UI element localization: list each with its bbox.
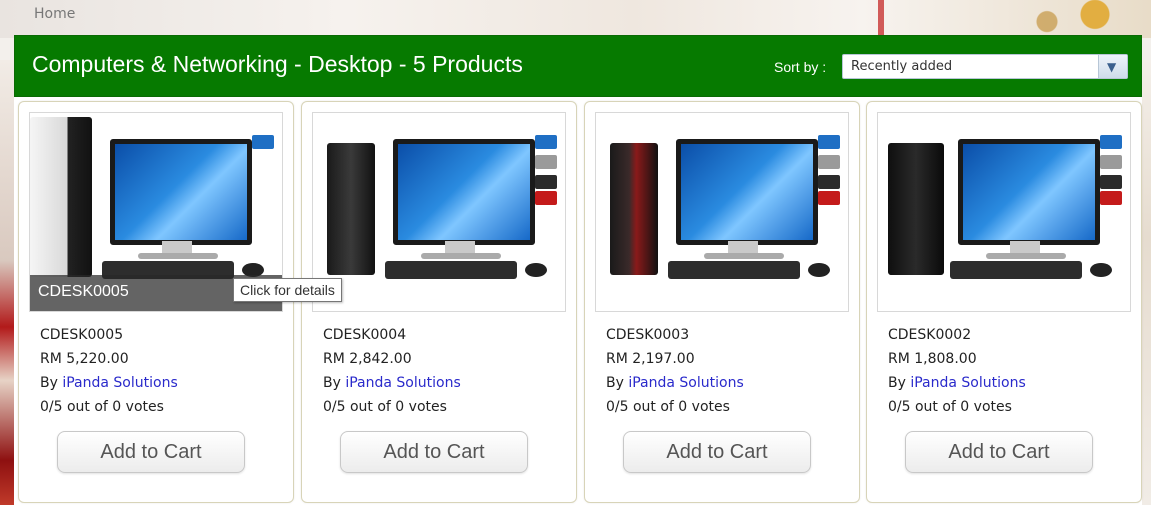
details-tooltip: Click for details	[233, 278, 342, 302]
festive-banner	[0, 0, 1151, 38]
add-to-cart-button[interactable]: Add to Cart	[340, 431, 528, 473]
breadcrumb-home[interactable]: Home	[34, 6, 75, 22]
tower-image	[30, 117, 92, 277]
page-title: Computers & Networking - Desktop - 5 Pro…	[32, 51, 523, 77]
tower-image	[610, 143, 658, 275]
add-to-cart-button[interactable]: Add to Cart	[57, 431, 245, 473]
product-code: CDESK0004	[323, 327, 407, 343]
storage-badge-icon	[1100, 191, 1122, 205]
mouse-image	[525, 263, 547, 277]
monitor-base	[986, 253, 1066, 259]
tower-image	[888, 143, 944, 275]
seller-link[interactable]: iPanda Solutions	[628, 375, 743, 391]
monitor-image	[110, 139, 252, 245]
sort-dropdown-button[interactable]: ▼	[1098, 55, 1127, 78]
mouse-image	[808, 263, 830, 277]
sort-selected-value: Recently added	[851, 59, 953, 74]
sort-label: Sort by :	[774, 59, 827, 75]
seller-link[interactable]: iPanda Solutions	[62, 375, 177, 391]
intel-badge-icon	[252, 135, 274, 149]
product-seller-line: By iPanda Solutions	[606, 371, 744, 395]
keyboard-image	[668, 261, 800, 279]
ornament-decoration	[1011, 0, 1131, 36]
overlay-code: CDESK0005	[38, 283, 129, 300]
mouse-image	[1090, 263, 1112, 277]
intel-badge-icon	[1100, 135, 1122, 149]
product-info: CDESK0003 RM 2,197.00 By iPanda Solution…	[606, 323, 744, 419]
cooler-badge-icon	[535, 155, 557, 169]
ribbon-decoration	[878, 0, 884, 36]
storage-badge-icon	[535, 191, 557, 205]
product-seller-line: By iPanda Solutions	[40, 371, 178, 395]
product-seller-line: By iPanda Solutions	[323, 371, 461, 395]
product-seller-line: By iPanda Solutions	[888, 371, 1026, 395]
product-code: CDESK0002	[888, 327, 972, 343]
chevron-down-icon: ▼	[1107, 60, 1117, 74]
tower-image	[327, 143, 375, 275]
product-rating: 0/5 out of 0 votes	[888, 399, 1012, 415]
storage-badge-icon	[818, 191, 840, 205]
sort-select[interactable]: Recently added ▼	[842, 54, 1128, 79]
psu-badge-icon	[1100, 175, 1122, 189]
cooler-badge-icon	[818, 155, 840, 169]
intel-badge-icon	[535, 135, 557, 149]
monitor-image	[393, 139, 535, 245]
seller-prefix: By	[888, 375, 911, 391]
product-code: CDESK0003	[606, 327, 690, 343]
product-image[interactable]	[312, 112, 566, 312]
product-card[interactable]: CDESK0002 RM 1,808.00 By iPanda Solution…	[866, 101, 1142, 503]
seller-prefix: By	[40, 375, 63, 391]
product-info: CDESK0005 RM 5,220.00 By iPanda Solution…	[40, 323, 178, 419]
product-image[interactable]	[877, 112, 1131, 312]
product-price: RM 2,197.00	[606, 351, 695, 367]
monitor-base	[138, 253, 218, 259]
product-price: RM 5,220.00	[40, 351, 129, 367]
product-info: CDESK0004 RM 2,842.00 By iPanda Solution…	[323, 323, 461, 419]
seller-prefix: By	[323, 375, 346, 391]
cooler-badge-icon	[1100, 155, 1122, 169]
add-to-cart-button[interactable]: Add to Cart	[623, 431, 811, 473]
product-price: RM 2,842.00	[323, 351, 412, 367]
add-to-cart-button[interactable]: Add to Cart	[905, 431, 1093, 473]
seller-link[interactable]: iPanda Solutions	[345, 375, 460, 391]
psu-badge-icon	[818, 175, 840, 189]
monitor-image	[676, 139, 818, 245]
product-card[interactable]: CDESK0005 CDESK0005 RM 5,220.00 By iPand…	[18, 101, 294, 503]
product-grid: CDESK0005 CDESK0005 RM 5,220.00 By iPand…	[14, 97, 1142, 505]
keyboard-image	[950, 261, 1082, 279]
psu-badge-icon	[535, 175, 557, 189]
product-rating: 0/5 out of 0 votes	[323, 399, 447, 415]
monitor-image	[958, 139, 1100, 245]
product-code: CDESK0005	[40, 327, 124, 343]
seller-prefix: By	[606, 375, 629, 391]
product-card[interactable]: CDESK0004 RM 2,842.00 By iPanda Solution…	[301, 101, 577, 503]
product-rating: 0/5 out of 0 votes	[606, 399, 730, 415]
product-price: RM 1,808.00	[888, 351, 977, 367]
product-rating: 0/5 out of 0 votes	[40, 399, 164, 415]
seller-link[interactable]: iPanda Solutions	[910, 375, 1025, 391]
monitor-base	[421, 253, 501, 259]
product-info: CDESK0002 RM 1,808.00 By iPanda Solution…	[888, 323, 1026, 419]
category-header: Computers & Networking - Desktop - 5 Pro…	[14, 35, 1142, 97]
keyboard-image	[385, 261, 517, 279]
product-image[interactable]	[595, 112, 849, 312]
monitor-base	[704, 253, 784, 259]
product-card[interactable]: CDESK0003 RM 2,197.00 By iPanda Solution…	[584, 101, 860, 503]
intel-badge-icon	[818, 135, 840, 149]
